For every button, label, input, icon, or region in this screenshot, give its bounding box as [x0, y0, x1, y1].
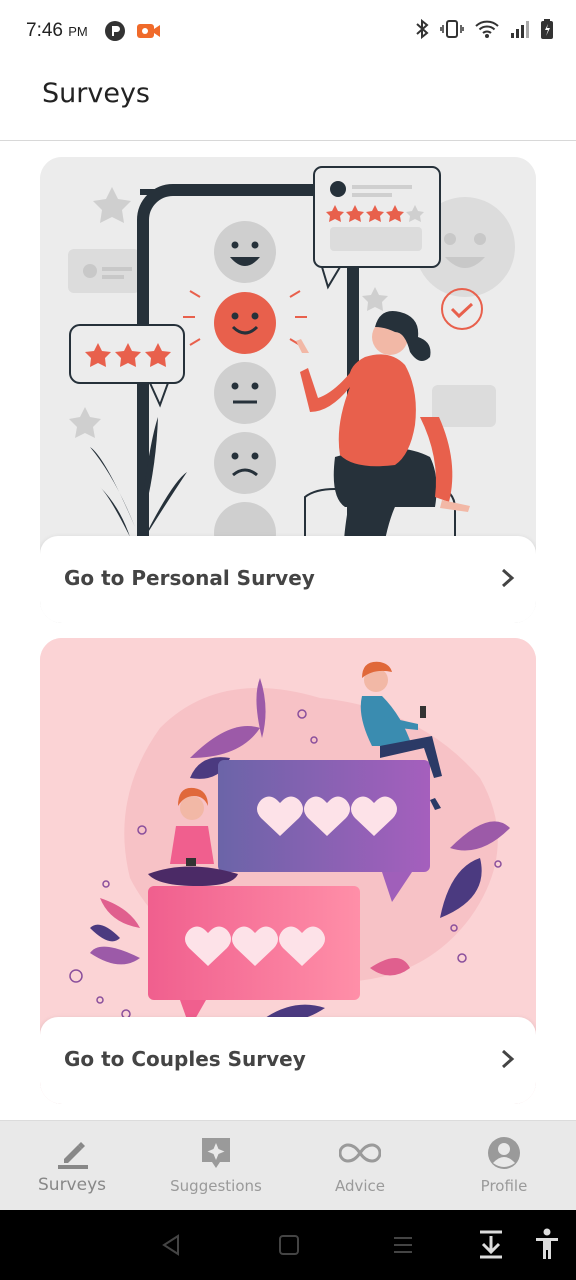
- nav-label-advice: Advice: [334, 1177, 386, 1195]
- home-icon[interactable]: [278, 1234, 300, 1256]
- survey-list: Go to Personal Survey Go to Couples Surv…: [0, 142, 576, 1120]
- download-arrow-icon[interactable]: [478, 1230, 504, 1260]
- nav-label-suggestions: Suggestions: [170, 1177, 262, 1195]
- couples-survey-label: Go to Couples Survey: [64, 1047, 306, 1071]
- status-bar: 7:46 PM: [0, 0, 576, 64]
- infinity-icon: [339, 1143, 381, 1163]
- nav-label-profile: Profile: [480, 1177, 528, 1195]
- couples-survey-card[interactable]: Go to Couples Survey: [40, 638, 536, 1104]
- recents-icon[interactable]: [392, 1234, 414, 1256]
- status-time-value: 7:46: [26, 20, 63, 41]
- bottom-navigation: Surveys Suggestions Advice Profile: [0, 1120, 576, 1210]
- nav-item-suggestions[interactable]: Suggestions: [144, 1121, 288, 1211]
- accessibility-icon[interactable]: [534, 1228, 560, 1260]
- p-app-icon: [105, 21, 125, 41]
- page-title: Surveys: [42, 78, 150, 109]
- sparkle-chat-icon: [202, 1138, 230, 1168]
- status-time-ampm: PM: [68, 24, 88, 39]
- system-navigation-bar: [0, 1210, 576, 1280]
- chevron-right-icon: [502, 1049, 515, 1069]
- bluetooth-icon: [416, 18, 429, 40]
- profile-icon: [488, 1137, 520, 1169]
- wifi-icon: [475, 20, 499, 38]
- video-record-icon: [137, 24, 160, 38]
- nav-item-surveys[interactable]: Surveys: [0, 1121, 144, 1211]
- personal-survey-card[interactable]: Go to Personal Survey: [40, 157, 536, 623]
- pencil-icon: [58, 1142, 88, 1169]
- chevron-right-icon: [502, 568, 515, 588]
- nav-item-profile[interactable]: Profile: [432, 1121, 576, 1211]
- signal-icon: [511, 21, 529, 38]
- vibrate-icon: [440, 20, 464, 38]
- back-icon[interactable]: [160, 1234, 182, 1256]
- personal-survey-button[interactable]: Go to Personal Survey: [40, 536, 536, 623]
- couples-survey-button[interactable]: Go to Couples Survey: [40, 1017, 536, 1104]
- personal-survey-illustration: [40, 157, 536, 557]
- nav-label-surveys: Surveys: [38, 1175, 106, 1195]
- couples-survey-illustration: [40, 638, 536, 1038]
- status-time: 7:46 PM: [26, 20, 88, 42]
- nav-item-advice[interactable]: Advice: [288, 1121, 432, 1211]
- personal-survey-label: Go to Personal Survey: [64, 566, 315, 590]
- battery-icon: [541, 19, 553, 39]
- app-header: Surveys: [0, 64, 576, 141]
